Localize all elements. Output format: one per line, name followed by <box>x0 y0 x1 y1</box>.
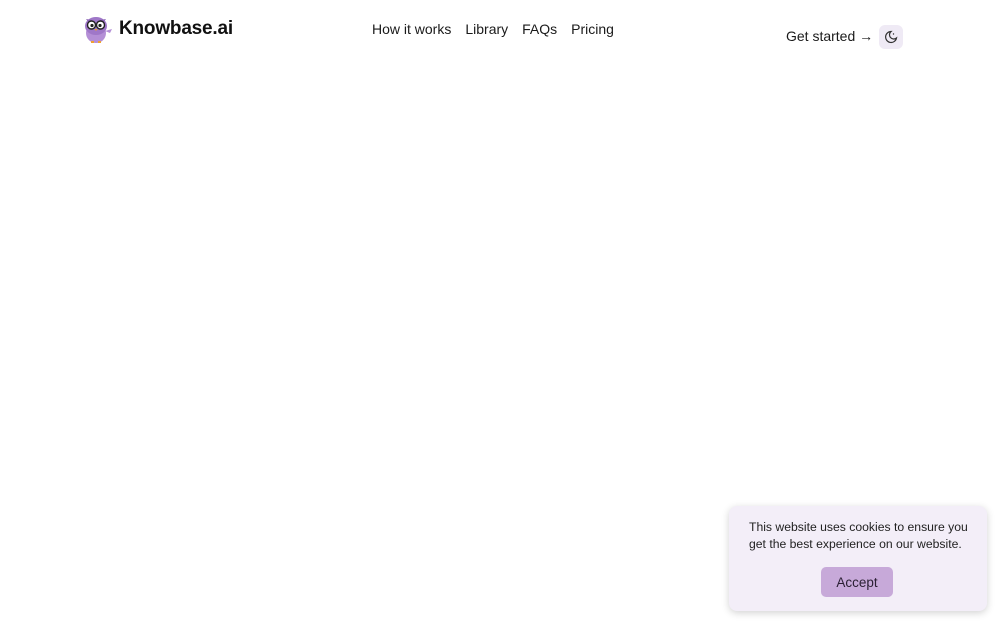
page: Knowbase.ai How it works Library FAQs Pr… <box>0 0 1000 625</box>
site-header: Knowbase.ai How it works Library FAQs Pr… <box>0 0 1000 60</box>
nav-faqs[interactable]: FAQs <box>522 21 557 37</box>
cookie-banner: This website uses cookies to ensure you … <box>729 506 987 611</box>
accept-cookies-button[interactable]: Accept <box>821 567 893 597</box>
theme-toggle-button[interactable] <box>879 25 903 49</box>
brand-name: Knowbase.ai <box>119 18 233 39</box>
owl-logo-icon <box>85 17 112 43</box>
nav-library[interactable]: Library <box>465 21 508 37</box>
get-started-link[interactable]: Get started → <box>786 28 873 44</box>
brand-link[interactable]: Knowbase.ai <box>83 14 233 44</box>
nav-how-it-works[interactable]: How it works <box>372 21 451 37</box>
nav-pricing[interactable]: Pricing <box>571 21 614 37</box>
main-nav: How it works Library FAQs Pricing <box>372 21 614 37</box>
moon-icon <box>885 30 898 44</box>
cookie-message: This website uses cookies to ensure you … <box>749 520 968 551</box>
